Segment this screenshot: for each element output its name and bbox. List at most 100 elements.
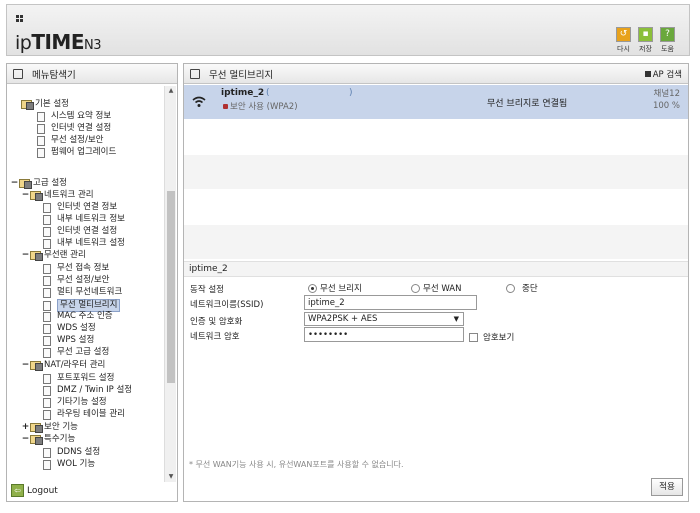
tree-item-internet-conf[interactable]: 인터넷 연결 설정 — [43, 226, 117, 237]
tree-item-mac-auth[interactable]: MAC 주소 인증 — [43, 311, 113, 322]
logout-label: Logout — [27, 485, 58, 496]
checkbox-unchecked-icon — [469, 332, 478, 342]
header-buttons: ↺ 다시 ▪ 저장 ? 도움 — [614, 27, 677, 54]
page-icon — [43, 409, 51, 420]
ap-list-empty-row — [184, 155, 688, 190]
scroll-up-icon[interactable]: ▲ — [165, 86, 177, 96]
folder-icon — [30, 361, 43, 371]
ssid-input[interactable]: iptime_2 — [304, 295, 477, 310]
tree-item-multi-ssid[interactable]: 멀티 무선네트워크 — [43, 287, 122, 298]
folder-icon — [30, 191, 43, 201]
tree-folder-label: 고급 설정 — [33, 178, 67, 188]
save-button[interactable]: ▪ 저장 — [636, 27, 655, 54]
tree-scrollbar[interactable]: ▲ ▼ — [164, 86, 176, 482]
scroll-down-icon[interactable]: ▼ — [165, 472, 177, 482]
tree-item-dmz[interactable]: DMZ / Twin IP 설정 — [43, 385, 132, 396]
key-row: 네트워크 암호 — [190, 330, 240, 342]
mode-radio-wan[interactable]: 무선 WAN — [411, 282, 461, 294]
tree-item-wds[interactable]: WDS 설정 — [43, 323, 96, 334]
tree-item-label: WPS 설정 — [57, 335, 95, 345]
tree-item-wireless-access-info[interactable]: 무선 접속 정보 — [43, 263, 109, 274]
tree-folder-label: NAT/라우터 관리 — [44, 360, 106, 370]
ap-mac-open: ( — [266, 88, 270, 98]
mode-row: 동작 설정 — [190, 283, 224, 295]
tree-item-label: DMZ / Twin IP 설정 — [57, 385, 133, 395]
tree-folder-security[interactable]: + 보안 기능 — [21, 422, 78, 433]
tree-item-lan-info[interactable]: 내부 네트워크 정보 — [43, 214, 125, 225]
logout-button[interactable]: ⇦ Logout — [11, 484, 58, 497]
ap-list: iptime_2 ( ) 보안 사용 (WPA2) 무선 브리지로 연결됨 채널… — [184, 85, 688, 260]
auth-row: 인증 및 암호화 — [190, 315, 242, 327]
tree-folder-network[interactable]: − 네트워크 관리 — [21, 190, 94, 201]
tree-folder-wireless[interactable]: − 무선랜 관리 — [21, 250, 86, 261]
collapse-toggle-icon[interactable]: − — [21, 190, 30, 201]
ssid-label: 네트워크이름(SSID) — [190, 300, 264, 310]
folder-icon — [19, 179, 32, 189]
save-label: 저장 — [639, 45, 652, 53]
tree-item-wireless-setup[interactable]: 무선 설정/보안 — [43, 275, 110, 286]
lock-icon — [223, 103, 228, 109]
tree-item-label: WOL 기능 — [57, 459, 96, 469]
mode-option-label: 무선 WAN — [423, 284, 462, 294]
radio-unchecked-icon — [411, 283, 420, 293]
ap-list-item[interactable]: iptime_2 ( ) 보안 사용 (WPA2) 무선 브리지로 연결됨 채널… — [184, 85, 688, 120]
tree-item-wol[interactable]: WOL 기능 — [43, 459, 95, 470]
lock-folder-icon — [30, 423, 43, 433]
tree-folder-advanced[interactable]: − 고급 설정 — [10, 178, 67, 189]
menu-explorer-title-bar: 메뉴탐색기 — [7, 64, 177, 84]
tree-folder-label: 무선랜 관리 — [44, 250, 86, 260]
brand-prefix: ip — [15, 32, 32, 54]
brand-model: N3 — [84, 38, 102, 53]
collapse-toggle-icon[interactable]: − — [21, 360, 30, 371]
tree-folder-special[interactable]: − 특수기능 — [21, 434, 75, 445]
help-button[interactable]: ? 도움 — [658, 27, 677, 54]
tree-folder-label: 특수기능 — [44, 434, 76, 444]
ap-signal: 100 % — [652, 101, 680, 111]
ap-mac-close: ) — [349, 88, 353, 98]
tree-folder-nat[interactable]: − NAT/라우터 관리 — [21, 360, 105, 371]
tree-item-label: MAC 주소 인증 — [57, 311, 113, 321]
mode-option-label: 무선 브리지 — [320, 284, 362, 294]
logo-dots-icon — [16, 15, 24, 22]
expand-toggle-icon[interactable]: + — [21, 422, 30, 433]
tree-item-wps[interactable]: WPS 설정 — [43, 335, 94, 346]
tree-item-system-summary[interactable]: 시스템 요약 정보 — [37, 111, 111, 122]
header: ipTIMEN3 ↺ 다시 ▪ 저장 ? 도움 — [6, 4, 690, 56]
show-key-checkbox[interactable]: 암호보기 — [469, 331, 514, 343]
page-icon — [43, 447, 51, 458]
tree-folder-basic[interactable]: 기본 설정 — [21, 99, 69, 110]
ap-channel-signal: 채널12 100 % — [653, 88, 680, 112]
auth-select[interactable]: WPA2PSK + AES ▼ — [304, 312, 464, 326]
page-icon — [43, 397, 51, 408]
collapse-toggle-icon[interactable]: − — [10, 178, 19, 189]
tree-item-misc[interactable]: 기타기능 설정 — [43, 397, 107, 408]
mode-radio-bridge[interactable]: 무선 브리지 — [308, 282, 362, 294]
tree-item-routing[interactable]: 라우팅 테이블 관리 — [43, 409, 125, 420]
key-input[interactable]: •••••••• — [304, 327, 464, 342]
tree-item-internet-setup[interactable]: 인터넷 연결 설정 — [37, 123, 111, 134]
tree-item-label: 무선 고급 설정 — [57, 347, 110, 357]
tree-item-wireless-security[interactable]: 무선 설정/보안 — [37, 135, 104, 146]
collapse-toggle-icon[interactable]: − — [21, 434, 30, 445]
tree-item-lan-conf[interactable]: 내부 네트워크 설정 — [43, 238, 125, 249]
page-icon — [37, 123, 45, 134]
page-icon — [43, 459, 51, 470]
tree-item-ddns[interactable]: DDNS 설정 — [43, 447, 100, 458]
ap-search-icon — [644, 71, 651, 77]
ap-channel: 채널12 — [653, 89, 680, 99]
page-icon — [37, 135, 45, 146]
mode-radio-stop[interactable]: 중단 — [506, 282, 538, 294]
apply-button[interactable]: 적용 — [651, 478, 683, 496]
tree-item-internet-info[interactable]: 인터넷 연결 정보 — [43, 202, 117, 213]
reset-button[interactable]: ↺ 다시 — [614, 27, 633, 54]
ap-search-label: AP 검색 — [652, 70, 682, 80]
page-icon — [43, 202, 51, 213]
tree-item-wireless-advanced[interactable]: 무선 고급 설정 — [43, 347, 109, 358]
tree-item-port-forward[interactable]: 포트포워드 설정 — [43, 373, 114, 384]
tree-item-firmware[interactable]: 펌웨어 업그레이드 — [37, 147, 116, 158]
wifi-signal-icon — [192, 96, 206, 107]
collapse-toggle-icon[interactable]: − — [21, 250, 30, 261]
scroll-thumb[interactable] — [167, 191, 175, 383]
ap-search-button[interactable]: AP 검색 — [644, 68, 682, 80]
tree-item-label: 시스템 요약 정보 — [51, 111, 112, 121]
